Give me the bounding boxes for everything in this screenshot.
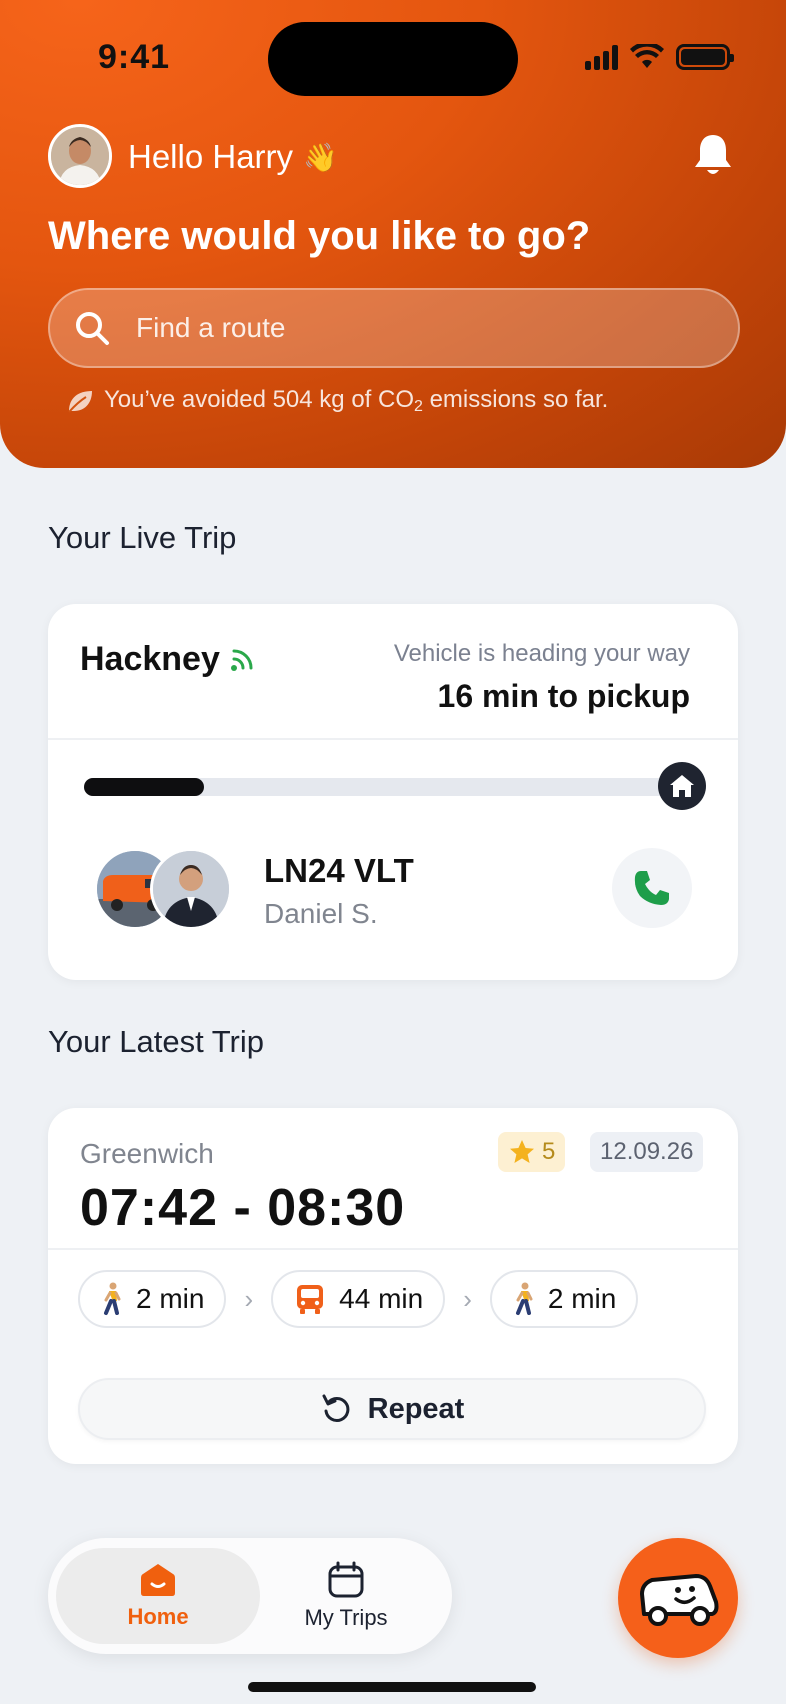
phone-icon xyxy=(634,871,669,905)
dynamic-island xyxy=(268,22,518,96)
trip-progress-fill xyxy=(84,778,204,796)
wifi-icon xyxy=(630,44,664,68)
live-trip-status: Vehicle is heading your way xyxy=(393,640,690,667)
live-trip-heading: Your Live Trip xyxy=(48,520,237,555)
repeat-trip-button[interactable]: Repeat xyxy=(78,1378,706,1440)
driver-name: Daniel S. xyxy=(264,898,378,929)
tab-home[interactable]: Home xyxy=(56,1548,260,1644)
search-icon xyxy=(76,312,109,345)
live-trip-card[interactable]: Hackney Vehicle is heading your way 16 m… xyxy=(48,604,738,980)
card-divider xyxy=(48,1248,738,1250)
smiling-van-icon xyxy=(640,1574,719,1626)
walk-icon xyxy=(515,1282,533,1315)
live-trip-destination: Hackney xyxy=(80,640,256,679)
battery-icon xyxy=(676,44,734,70)
waving-hand-icon: 👋 xyxy=(303,141,338,173)
greeting: Hello Harry 👋 xyxy=(128,138,338,176)
latest-trip-heading: Your Latest Trip xyxy=(48,1024,264,1059)
live-destination-label: Hackney xyxy=(80,640,220,678)
leg-duration: 2 min xyxy=(547,1283,617,1314)
home-indicator xyxy=(248,1682,536,1692)
bell-icon[interactable] xyxy=(692,132,734,178)
greeting-text: Hello Harry xyxy=(128,138,294,175)
vehicle-plate: LN24 VLT xyxy=(264,852,414,889)
trip-leg: 2 min xyxy=(78,1270,227,1328)
live-signal-icon xyxy=(230,649,253,671)
driver-photo xyxy=(150,848,232,930)
repeat-icon xyxy=(322,1394,350,1422)
avatar[interactable] xyxy=(48,124,112,188)
repeat-label: Repeat xyxy=(367,1392,465,1425)
trip-legs: 2 min › 44 min › 2 min xyxy=(78,1270,639,1328)
trip-leg: 44 min xyxy=(271,1270,446,1328)
latest-trip-destination: Greenwich xyxy=(80,1138,214,1169)
status-time: 9:41 xyxy=(98,38,171,76)
tab-home-label: Home xyxy=(127,1604,189,1629)
co2-text: You’ve avoided 504 kg of CO2 emissions s… xyxy=(104,386,608,416)
rating-badge: 5 xyxy=(498,1132,566,1172)
trip-progress-bar xyxy=(84,778,684,796)
book-ride-button[interactable] xyxy=(618,1538,738,1658)
co2-text-prefix: You’ve avoided 504 kg of CO xyxy=(104,386,414,413)
leaf-icon xyxy=(68,391,92,413)
card-divider xyxy=(48,738,738,740)
latest-trip-card[interactable]: Greenwich 07:42 - 08:30 5 12.09.26 2 min… xyxy=(48,1108,738,1464)
trip-leg: 2 min xyxy=(489,1270,639,1328)
star-icon xyxy=(510,1140,534,1163)
walk-icon xyxy=(104,1282,121,1315)
bottom-tab-bar: Home My Trips xyxy=(48,1538,452,1654)
page-title: Where would you like to go? xyxy=(48,214,591,258)
home-destination-icon xyxy=(658,762,706,810)
search-bar[interactable] xyxy=(48,288,740,368)
status-icons xyxy=(585,44,734,70)
tab-my-trips-label: My Trips xyxy=(304,1605,388,1630)
co2-text-suffix: emissions so far. xyxy=(422,386,609,413)
leg-duration: 2 min xyxy=(136,1283,205,1314)
trip-date-badge: 12.09.26 xyxy=(590,1132,704,1172)
pickup-eta: 16 min to pickup xyxy=(437,678,690,714)
rating-value: 5 xyxy=(542,1138,556,1165)
chevron-right-icon: › xyxy=(463,1283,472,1314)
cellular-signal-icon xyxy=(585,44,618,70)
latest-trip-time-range: 07:42 - 08:30 xyxy=(80,1179,406,1237)
chevron-right-icon: › xyxy=(244,1283,254,1314)
calendar-icon xyxy=(328,1561,364,1598)
bus-icon xyxy=(297,1285,324,1314)
co2-savings-note: You’ve avoided 504 kg of CO2 emissions s… xyxy=(66,386,608,416)
home-icon xyxy=(141,1564,175,1596)
leg-duration: 44 min xyxy=(339,1283,424,1314)
tab-my-trips[interactable]: My Trips xyxy=(244,1548,448,1644)
search-input[interactable] xyxy=(136,290,696,366)
call-driver-button[interactable] xyxy=(612,848,692,928)
co2-subscript: 2 xyxy=(414,398,423,415)
